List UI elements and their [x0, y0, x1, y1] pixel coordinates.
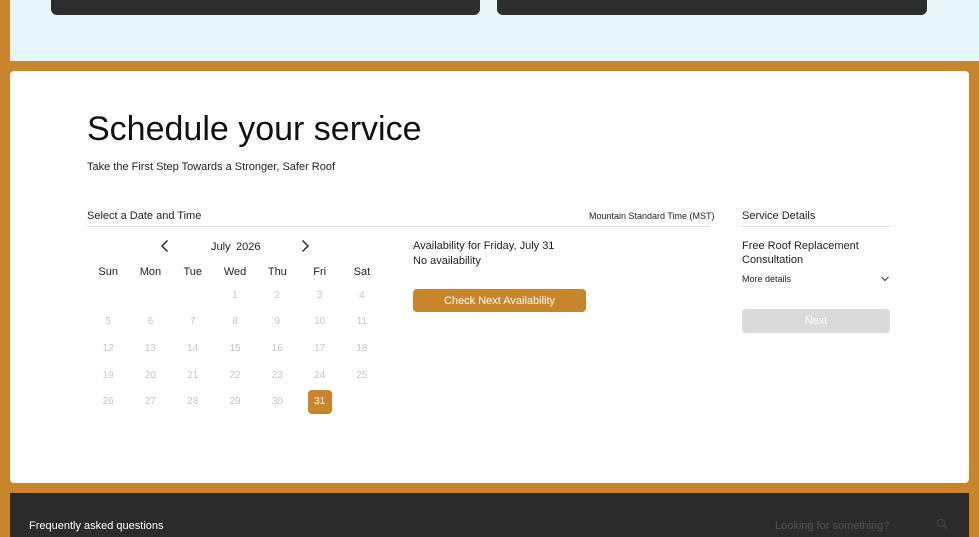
next-month-button[interactable]: [297, 238, 313, 254]
page-title: Schedule your service: [87, 110, 422, 148]
calendar-day-disabled: 24: [314, 369, 326, 381]
calendar-day-disabled: 14: [187, 342, 199, 354]
timezone-label: Mountain Standard Time (MST): [589, 211, 715, 221]
calendar-day-disabled: 11: [356, 316, 368, 328]
calendar-empty-cell: [87, 282, 129, 309]
calendar-day-disabled: 26: [102, 396, 114, 408]
service-name: Free Roof Replacement Consultation: [742, 240, 859, 266]
calendar-day-disabled: 29: [229, 396, 241, 408]
calendar-day-selected[interactable]: 31: [298, 388, 340, 415]
calendar-day-disabled: 4: [359, 289, 365, 301]
top-card-right: [497, 0, 927, 15]
faq-search-input[interactable]: Looking for something?: [775, 520, 889, 532]
calendar-day-disabled: 18: [356, 342, 368, 354]
calendar-day-disabled: 6: [147, 316, 154, 328]
calendar-grid: Sun Mon Tue Wed Thu Fri Sat 1 2 3 4 5 6 …: [87, 262, 383, 415]
check-next-availability-button[interactable]: Check Next Availability: [413, 289, 586, 312]
calendar-day-disabled: 27: [144, 396, 156, 408]
calendar-week-row: 19 20 21 22 23 24 25: [87, 362, 383, 389]
calendar-empty-cell: [172, 282, 214, 309]
previous-month-button[interactable]: [157, 238, 173, 254]
weekday-header-row: Sun Mon Tue Wed Thu Fri Sat: [87, 262, 383, 282]
service-details-heading: Service Details: [742, 210, 816, 222]
calendar-day-disabled: 1: [232, 289, 238, 301]
weekday-label: Sun: [98, 266, 118, 278]
weekday-label: Fri: [313, 266, 327, 278]
calendar-week-row: 1 2 3 4: [87, 282, 383, 309]
date-time-divider: [87, 226, 710, 227]
calendar-week-row: 5 6 7 8 9 10 11: [87, 309, 383, 336]
calendar-day-disabled: 30: [271, 396, 283, 408]
calendar-day-disabled: 21: [187, 369, 199, 381]
calendar-day-disabled: 10: [314, 316, 326, 328]
faq-title: Frequently asked questions: [29, 520, 164, 532]
calendar-day-disabled: 13: [144, 342, 156, 354]
calendar-day-disabled: 20: [144, 369, 156, 381]
year-label: 2026: [236, 241, 261, 253]
weekday-label: Mon: [139, 266, 162, 278]
chevron-right-icon: [302, 240, 309, 252]
page-subtitle: Take the First Step Towards a Stronger, …: [87, 161, 336, 173]
calendar-day-disabled: 3: [316, 289, 323, 301]
calendar-day-disabled: 19: [102, 369, 114, 381]
more-details-toggle[interactable]: More details: [742, 274, 890, 284]
more-details-label: More details: [742, 274, 792, 284]
calendar-day-disabled: 17: [314, 342, 326, 354]
calendar-day-disabled: 7: [189, 316, 196, 328]
weekday-label: Wed: [223, 266, 247, 278]
month-label: July: [211, 241, 231, 253]
calendar-day-disabled: 5: [105, 316, 111, 328]
calendar-day-disabled: 28: [187, 396, 199, 408]
chevron-left-icon: [161, 240, 168, 252]
availability-status: No availability: [413, 255, 481, 267]
calendar-day-disabled: 8: [232, 316, 238, 328]
chevron-down-icon: [881, 276, 889, 282]
calendar-week-row: 12 13 14 15 16 17 18: [87, 335, 383, 362]
weekday-label: Thu: [267, 266, 287, 278]
calendar-empty-cell: [129, 282, 171, 309]
calendar-day-disabled: 22: [229, 369, 241, 381]
calendar-day-disabled: 16: [271, 342, 283, 354]
weekday-label: Sat: [353, 266, 371, 278]
service-details-divider: [742, 226, 890, 227]
calendar-day-disabled: 12: [102, 342, 114, 354]
calendar-empty-cell: [341, 388, 383, 415]
calendar-day-disabled: 2: [274, 289, 281, 301]
calendar-day-disabled: 9: [274, 316, 281, 328]
calendar-day-disabled: 25: [356, 369, 368, 381]
weekday-label: Tue: [183, 266, 203, 278]
date-time-section-label: Select a Date and Time: [87, 210, 202, 222]
next-button[interactable]: Next: [742, 309, 890, 333]
top-card-left: [51, 0, 480, 15]
availability-title: Availability for Friday, July 31: [413, 240, 555, 252]
calendar-day-disabled: 23: [271, 369, 283, 381]
calendar-week-row: 26 27 28 29 30 31: [87, 388, 383, 415]
calendar-day-disabled: 15: [229, 342, 241, 354]
search-icon[interactable]: [936, 518, 948, 530]
